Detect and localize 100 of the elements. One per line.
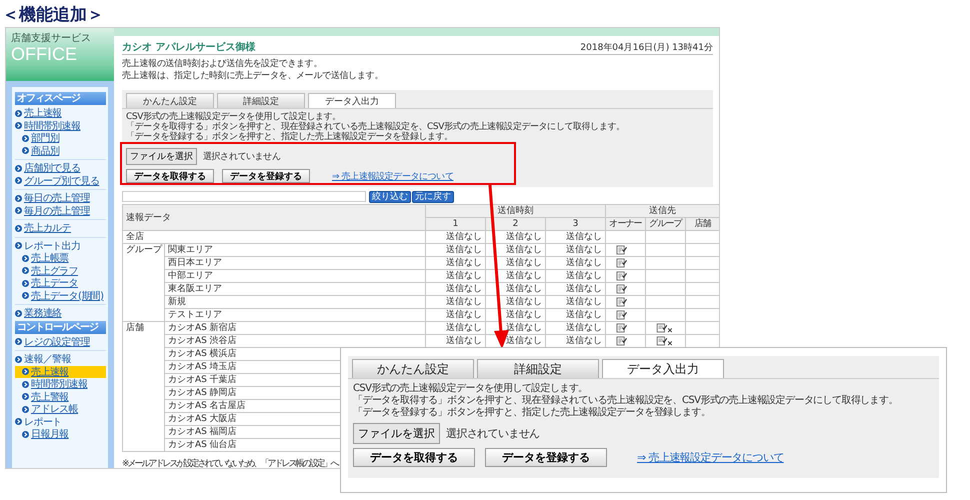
table-cell: 西日本エリア	[164, 256, 426, 270]
bullet-icon	[22, 292, 29, 300]
action-button[interactable]: データを取得する	[353, 448, 475, 467]
bullet-icon	[15, 418, 22, 426]
table-cell: 送信なし	[425, 230, 486, 244]
checked-mail-icon[interactable]	[616, 284, 627, 294]
table-cell: 送信なし	[425, 256, 486, 270]
tab[interactable]: データ入出力	[602, 359, 724, 378]
instruction-text: CSV形式の売上速報設定データを使用して設定します。	[126, 112, 342, 122]
filter-field[interactable]	[122, 191, 366, 202]
table-cell: 送信なし	[485, 282, 546, 296]
bullet-icon	[22, 147, 29, 154]
column-header: オーナー	[605, 218, 646, 230]
menu-link[interactable]: 売上速報	[31, 364, 69, 379]
menu-link[interactable]: 毎日の売上管理	[24, 191, 90, 206]
file-status: 選択されていません	[446, 426, 540, 441]
menu-link[interactable]: 売上警報	[31, 390, 69, 404]
checked-mail-icon[interactable]	[616, 258, 627, 268]
checked-mail-icon[interactable]	[616, 297, 627, 307]
action-button[interactable]: データを取得する	[126, 169, 214, 183]
table-cell: 送信なし	[545, 270, 606, 282]
table-cell: 送信なし	[425, 244, 486, 256]
menu-link[interactable]: 部門別	[31, 131, 60, 146]
table-cell: 送信なし	[485, 308, 546, 322]
checked-mail-icon[interactable]	[616, 271, 627, 281]
bullet-icon	[22, 267, 29, 274]
menu-label: レポート	[24, 416, 62, 428]
menu-link[interactable]: 時間帯別速報	[31, 377, 88, 392]
help-link[interactable]: ⇒ 売上速報設定データについて	[637, 450, 784, 465]
menu-link[interactable]: 売上速報	[24, 106, 62, 120]
date-time: 2018年04月16日(月) 13時41分	[580, 42, 713, 54]
table-cell: 送信なし	[545, 256, 606, 270]
help-link[interactable]: ⇒ 売上速報設定データについて	[332, 170, 454, 182]
menu-link[interactable]: 売上カルテ	[24, 221, 72, 236]
menu-link[interactable]: 毎月の売上管理	[24, 204, 90, 218]
bullet-icon	[22, 406, 29, 413]
checked-mail-cross-icon[interactable]	[656, 336, 673, 346]
menu-link[interactable]: 売上データ(期間)	[31, 288, 104, 303]
table-cell: 中部エリア	[164, 270, 426, 282]
brand-logo: OFFICE	[11, 45, 78, 64]
menu-link[interactable]: レジの設定管理	[24, 334, 90, 349]
menu-link[interactable]: 商品別	[31, 144, 60, 158]
checked-mail-icon[interactable]	[616, 310, 627, 320]
table-cell: 送信なし	[425, 308, 486, 322]
filter-button[interactable]: 絞り込む	[369, 190, 411, 202]
choose-file-button[interactable]: ファイルを選択	[353, 423, 440, 444]
checked-mail-icon[interactable]	[616, 245, 627, 255]
table-cell: 関東エリア	[164, 244, 426, 256]
menu-link[interactable]: 売上データ	[31, 276, 78, 290]
bullet-icon	[15, 110, 22, 117]
choose-file-button[interactable]: ファイルを選択	[126, 148, 197, 165]
table-cell: 送信なし	[545, 244, 606, 256]
table-cell: 新規	[164, 296, 426, 308]
column-header: 送信時刻	[425, 204, 606, 218]
bullet-icon	[15, 242, 22, 250]
tab[interactable]: 詳細設定	[217, 93, 305, 108]
table-cell: 送信なし	[485, 244, 546, 256]
menu-link[interactable]: 時間帯別速報	[24, 118, 80, 133]
menu-link[interactable]: 売上グラフ	[31, 264, 78, 278]
table-cell: 送信なし	[425, 270, 486, 282]
menu-link[interactable]: 売上帳票	[31, 251, 69, 266]
menu-link[interactable]: 日報月報	[31, 427, 69, 442]
table-cell: 送信なし	[545, 322, 606, 334]
table-cell: 送信なし	[425, 322, 486, 334]
intro-text: 売上速報の送信時刻および送信先を設定できます。	[122, 58, 324, 70]
table-cell: 送信なし	[545, 282, 606, 296]
file-status: 選択されていません	[203, 150, 280, 163]
bullet-icon	[22, 368, 29, 376]
menu-link[interactable]: 店舗別で見る	[24, 161, 80, 176]
checked-mail-cross-icon[interactable]	[656, 323, 673, 333]
table-cell: 送信なし	[545, 296, 606, 308]
footnote-text: ※メールアドレスが設定されていないため、「アドレス帳の設定」へ	[122, 458, 338, 468]
table-cell: 全店	[122, 230, 426, 244]
table-cell: グループ	[122, 244, 164, 322]
filter-button[interactable]: 元に戻す	[412, 190, 454, 202]
menu-link[interactable]: 業務連絡	[24, 306, 62, 320]
menu-section-header: オフィスページ	[15, 92, 106, 105]
action-button[interactable]: データを登録する	[222, 169, 310, 183]
menu-link[interactable]: アドレス帳	[31, 402, 78, 416]
tab[interactable]: 詳細設定	[477, 359, 599, 378]
bullet-icon	[15, 338, 22, 346]
table-cell: 送信なし	[425, 282, 486, 296]
column-header: 速報データ	[122, 204, 426, 230]
menu-label: 速報／警報	[24, 352, 72, 366]
customer-title: カシオ アパレルサービス御様	[122, 40, 256, 54]
checked-mail-icon[interactable]	[616, 323, 627, 333]
tab[interactable]: かんたん設定	[126, 93, 214, 108]
menu-link[interactable]: グループ別で見る	[24, 174, 100, 188]
column-header: 1	[425, 218, 486, 230]
action-button[interactable]: データを登録する	[485, 448, 607, 467]
tab[interactable]: かんたん設定	[352, 359, 474, 378]
bullet-icon	[22, 280, 29, 287]
bullet-icon	[15, 310, 22, 317]
table-cell: 送信なし	[545, 308, 606, 322]
table-cell: 店舗	[122, 322, 164, 452]
page-heading: ＜機能追加＞	[1, 4, 105, 27]
checked-mail-icon[interactable]	[616, 336, 627, 346]
brand-subtitle: 店舗支援サービス	[11, 32, 92, 45]
table-cell: 送信なし	[485, 270, 546, 282]
tab[interactable]: データ入出力	[308, 93, 396, 108]
